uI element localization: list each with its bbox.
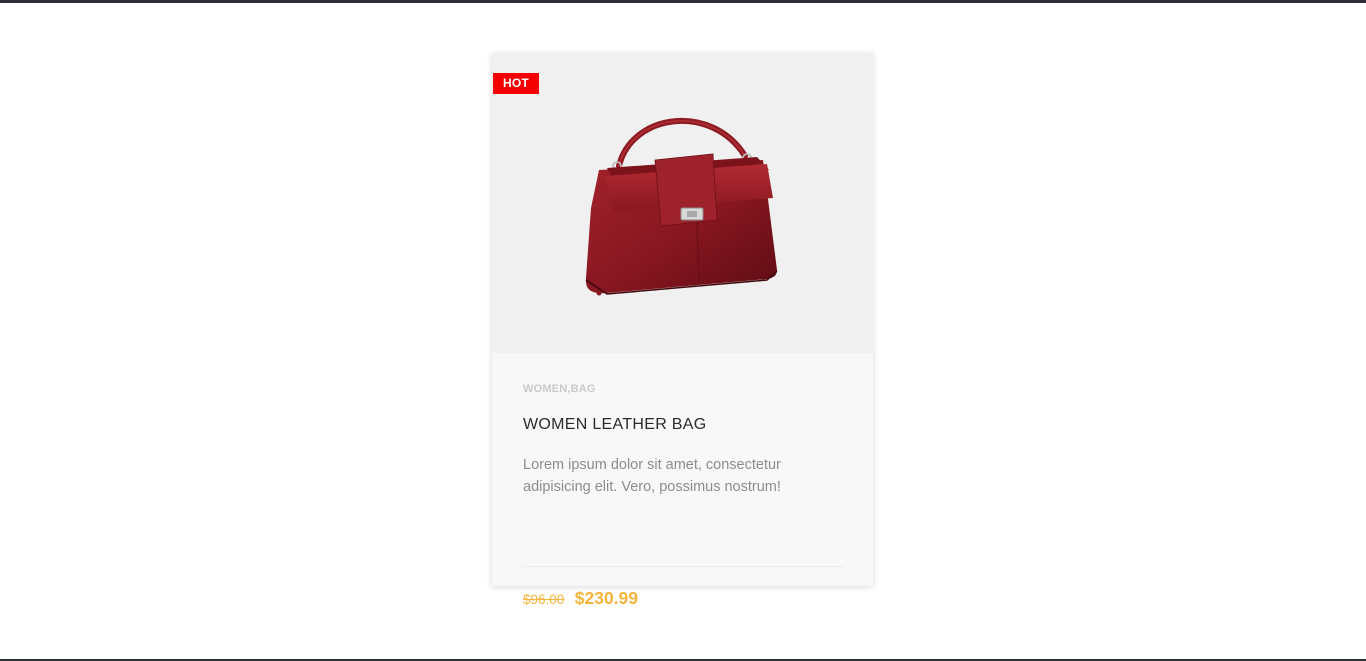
- product-description: Lorem ipsum dolor sit amet, consectetur …: [523, 457, 781, 495]
- old-price: $96.00: [523, 592, 565, 607]
- hot-badge: HOT: [493, 73, 539, 94]
- handbag-image: [585, 117, 778, 296]
- divider: [523, 566, 844, 567]
- new-price: $230.99: [574, 588, 639, 608]
- product-image-area[interactable]: HOT: [492, 53, 873, 353]
- product-category[interactable]: WOMEN,BAG: [523, 383, 596, 395]
- product-card[interactable]: HOT WOMEN,BAG WOMEN LEATHER BAG Lorem ip…: [492, 53, 873, 608]
- top-border: [0, 0, 1366, 3]
- price-row: $96.00 $230.99: [523, 588, 638, 609]
- product-title[interactable]: WOMEN LEATHER BAG: [523, 416, 707, 434]
